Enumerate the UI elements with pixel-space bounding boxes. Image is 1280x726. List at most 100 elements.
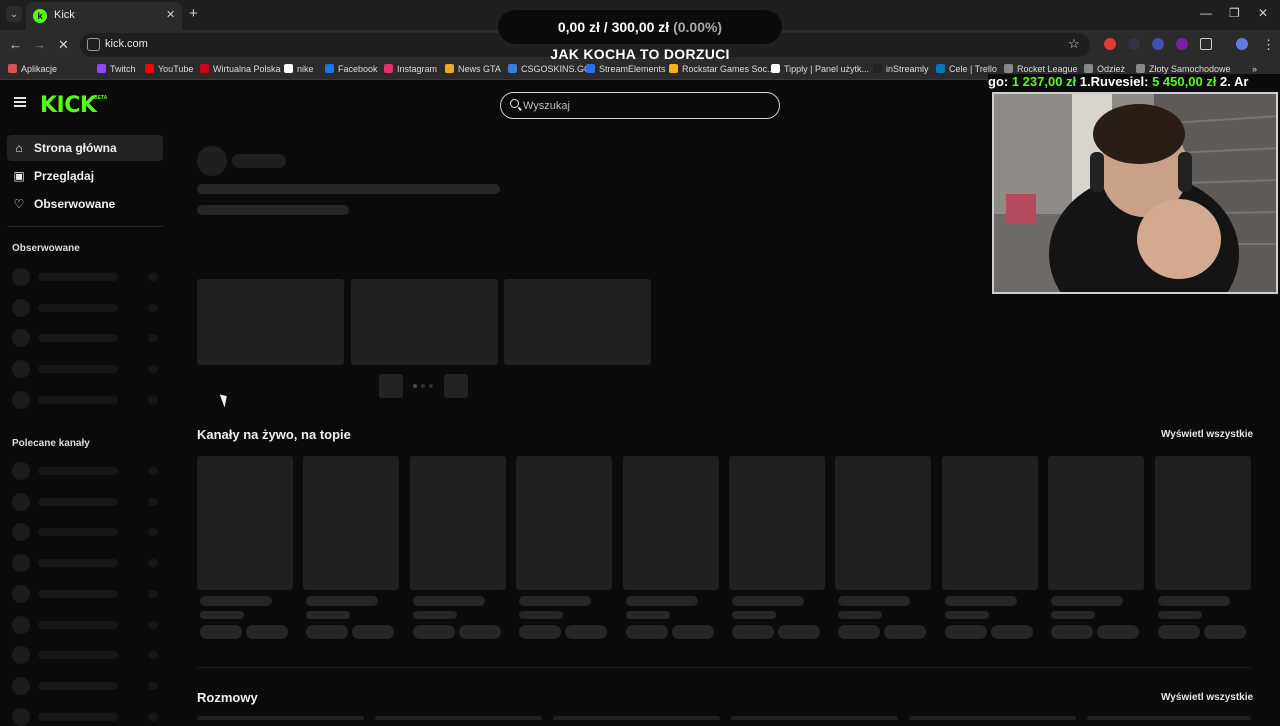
- carousel-dot[interactable]: [413, 384, 417, 388]
- browser-menu-icon[interactable]: ⋮: [1262, 37, 1275, 53]
- bookmark-item[interactable]: Rockstar Games Soc...: [669, 64, 775, 74]
- ticker-amount: 5 450,00 zł: [1152, 74, 1217, 89]
- search-input[interactable]: [523, 98, 763, 114]
- talk-card-placeholder[interactable]: [375, 716, 542, 720]
- new-tab-button[interactable]: +: [189, 5, 198, 22]
- talk-card-placeholder[interactable]: [909, 716, 1076, 720]
- skeleton-l1: [306, 596, 379, 606]
- carousel-dot[interactable]: [421, 384, 425, 388]
- live-channel-card-placeholder[interactable]: [197, 456, 293, 590]
- featured-card-placeholder[interactable]: [504, 279, 651, 365]
- bookmark-label: Wirtualna Polska: [213, 64, 281, 74]
- carousel-prev-button[interactable]: [379, 374, 403, 398]
- top-donors-ticker: go: 1 237,00 zł 1.Ruvesiel: 5 450,00 zł …: [988, 74, 1280, 92]
- search-box[interactable]: [500, 92, 780, 119]
- carousel-dot[interactable]: [429, 384, 433, 388]
- bookmark-item[interactable]: Tipply | Panel użytk...: [771, 64, 869, 74]
- extension-purple-icon[interactable]: [1176, 38, 1188, 50]
- more-bookmarks-icon[interactable]: »: [1252, 64, 1257, 74]
- bookmark-item[interactable]: Cele | Trello: [936, 64, 997, 74]
- bookmark-item[interactable]: Instagram: [384, 64, 437, 74]
- bookmark-item[interactable]: Odzież: [1084, 64, 1125, 74]
- ticker-rank: 1.: [1079, 74, 1091, 89]
- skeleton-l1: [838, 596, 911, 606]
- bookmark-item[interactable]: Aplikacje: [8, 64, 57, 74]
- bookmark-favicon-icon: [1084, 64, 1093, 73]
- bookmark-item[interactable]: Facebook: [325, 64, 378, 74]
- bookmark-label: Twitch: [110, 64, 136, 74]
- sidebar-item-following[interactable]: ♡ Obserwowane: [7, 191, 163, 217]
- live-channel-card-placeholder[interactable]: [303, 456, 400, 590]
- skeleton-bar: [38, 273, 118, 281]
- bookmark-label: Odzież: [1097, 64, 1126, 74]
- skeleton-l2: [306, 611, 351, 619]
- close-window-button[interactable]: ✕: [1258, 6, 1268, 20]
- talk-card-placeholder[interactable]: [553, 716, 720, 720]
- talk-card-placeholder[interactable]: [1087, 716, 1251, 720]
- live-channel-card-placeholder[interactable]: [1048, 456, 1145, 590]
- ticker-tail: 2. Ar: [1220, 74, 1249, 89]
- forward-button[interactable]: →: [33, 37, 46, 52]
- live-channel-card-placeholder[interactable]: [1154, 456, 1251, 590]
- carousel-next-button[interactable]: [444, 374, 468, 398]
- bookmark-item[interactable]: Rocket League: [1004, 64, 1078, 74]
- live-channel-card-placeholder[interactable]: [941, 456, 1038, 590]
- bookmark-item[interactable]: inStreamly: [873, 64, 929, 74]
- featured-card-placeholder[interactable]: [197, 279, 344, 365]
- live-channel-card-placeholder[interactable]: [622, 456, 719, 590]
- live-channel-card-placeholder[interactable]: [835, 456, 932, 590]
- talk-show-all-link[interactable]: Wyświetl wszystkie: [1161, 692, 1253, 703]
- extension-blue-icon[interactable]: [1152, 38, 1164, 50]
- bookmark-item[interactable]: YouTube: [145, 64, 193, 74]
- back-button[interactable]: ←: [9, 37, 22, 52]
- extension-red-icon[interactable]: [1104, 38, 1116, 50]
- skeleton-bar: [38, 681, 118, 690]
- skeleton-l2: [519, 611, 564, 619]
- bookmark-favicon-icon: [445, 64, 454, 73]
- talk-card-placeholder[interactable]: [731, 716, 898, 720]
- bookmark-item[interactable]: Wirtualna Polska: [200, 64, 281, 74]
- browser-tab[interactable]: k Kick ✕: [26, 2, 182, 30]
- hamburger-menu-icon[interactable]: [14, 97, 26, 107]
- url-text[interactable]: kick.com: [105, 38, 148, 50]
- skeleton-dot: [12, 329, 30, 348]
- donation-amount: 0,00 zł: [557, 19, 600, 35]
- bookmark-favicon-icon: [97, 64, 106, 73]
- extension-dark-icon[interactable]: [1128, 38, 1140, 50]
- live-channel-meta-placeholder: [835, 596, 931, 646]
- minimize-window-button[interactable]: —: [1200, 6, 1212, 20]
- bookmark-favicon-icon: [936, 64, 945, 73]
- bookmark-item[interactable]: Złoty Samochodowe: [1136, 64, 1231, 74]
- bookmark-item[interactable]: Twitch: [97, 64, 136, 74]
- kick-logo[interactable]: KICK: [40, 93, 97, 118]
- bookmark-favicon-icon: [145, 64, 154, 73]
- bookmark-item[interactable]: News GTA: [445, 64, 501, 74]
- skeleton-mini: [148, 497, 158, 506]
- skeleton-l1: [1157, 596, 1230, 606]
- skeleton-mini: [148, 365, 158, 374]
- tab-search-button[interactable]: ⌄: [6, 6, 22, 22]
- extensions-puzzle-icon[interactable]: [1200, 38, 1212, 50]
- talk-card-placeholder[interactable]: [197, 716, 364, 720]
- bookmark-label: YouTube: [158, 64, 194, 74]
- stop-loading-button[interactable]: ✕: [58, 37, 69, 53]
- profile-avatar[interactable]: [1236, 38, 1248, 50]
- live-channel-card-placeholder[interactable]: [409, 456, 506, 590]
- restore-window-button[interactable]: ❐: [1229, 6, 1240, 20]
- live-channel-card-placeholder[interactable]: [516, 456, 613, 590]
- bookmark-star-icon[interactable]: ☆: [1068, 36, 1080, 52]
- skeleton-bar: [38, 334, 118, 343]
- bookmark-item[interactable]: StreamElements: [586, 64, 666, 74]
- live-channel-meta-placeholder: [729, 596, 825, 646]
- close-tab-icon[interactable]: ✕: [166, 8, 175, 21]
- sidebar-item-browse[interactable]: ▣ Przeglądaj: [7, 163, 163, 189]
- skeleton-bar: [38, 651, 118, 660]
- site-info-icon[interactable]: [87, 38, 100, 51]
- featured-card-placeholder[interactable]: [351, 279, 498, 365]
- live-show-all-link[interactable]: Wyświetl wszystkie: [1161, 429, 1253, 440]
- ticker-amount: 1 237,00 zł: [1011, 74, 1077, 89]
- sidebar-item-home[interactable]: ⌂ Strona główna: [7, 135, 163, 161]
- bookmark-item[interactable]: CSGOSKINS.GG: [508, 64, 591, 74]
- live-channel-card-placeholder[interactable]: [729, 456, 825, 590]
- bookmark-item[interactable]: nike: [284, 64, 314, 74]
